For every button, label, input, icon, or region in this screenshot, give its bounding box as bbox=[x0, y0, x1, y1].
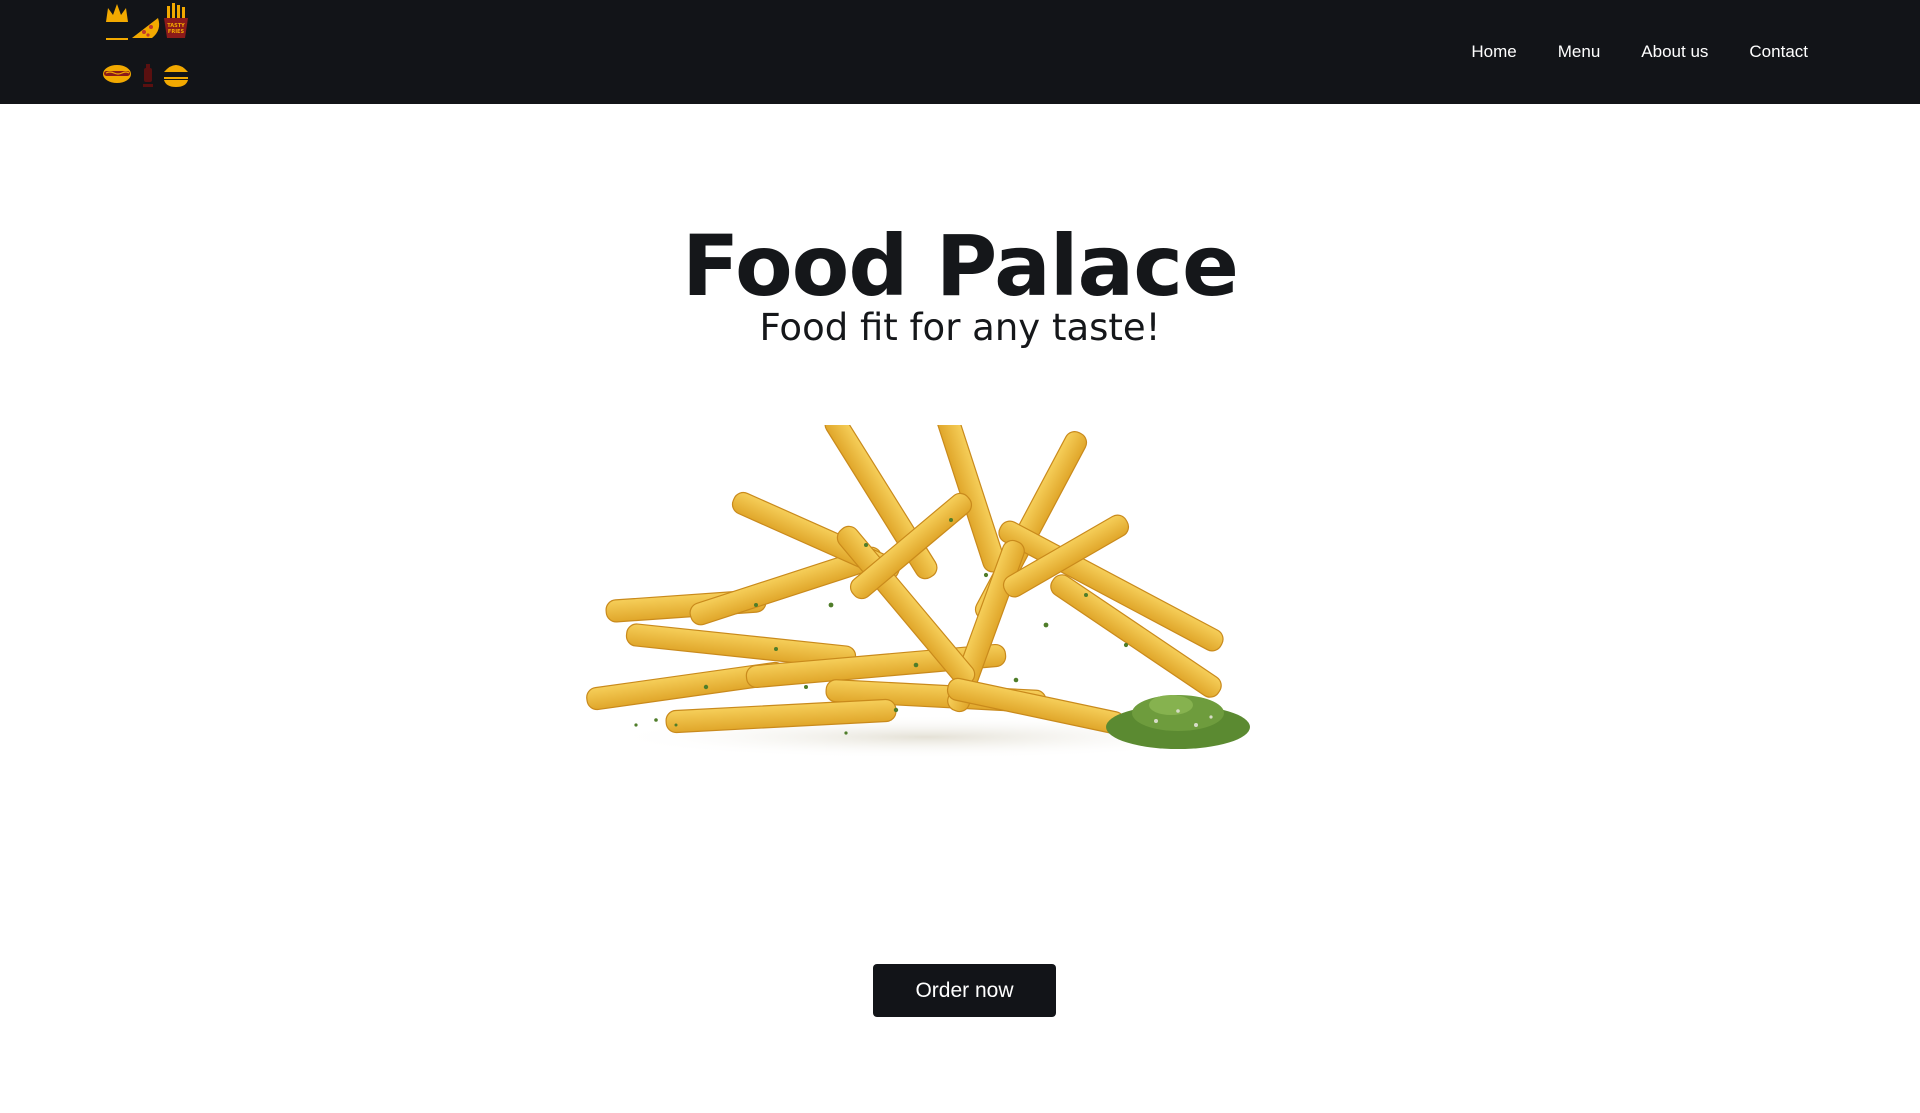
brand-logo[interactable]: TASTY FRIES bbox=[100, 0, 192, 96]
french-fries-image bbox=[566, 425, 1286, 765]
hero-subtitle: Food fit for any taste! bbox=[759, 306, 1161, 349]
nav-about-link[interactable]: About us bbox=[1641, 42, 1708, 62]
svg-text:FRIES: FRIES bbox=[168, 29, 185, 35]
hotdog-icon bbox=[103, 65, 131, 83]
burger-icon bbox=[163, 65, 189, 87]
fries-illustration bbox=[586, 425, 1250, 759]
hero-title: Food Palace bbox=[682, 217, 1239, 315]
nav-menu-link[interactable]: Menu bbox=[1558, 42, 1601, 62]
parsley-heap bbox=[1106, 695, 1250, 749]
fries-box-icon: TASTY FRIES bbox=[164, 3, 188, 38]
navbar: TASTY FRIES Home Menu About us Contact bbox=[0, 0, 1920, 104]
order-now-button[interactable]: Order now bbox=[873, 964, 1056, 1017]
logo-graphic: TASTY FRIES bbox=[103, 3, 189, 87]
nav-home-link[interactable]: Home bbox=[1471, 42, 1516, 62]
ketchup-icon bbox=[143, 64, 153, 87]
nav-contact-link[interactable]: Contact bbox=[1749, 42, 1808, 62]
main-nav: Home Menu About us Contact bbox=[1430, 0, 1808, 104]
pizza-slice-icon bbox=[132, 18, 160, 38]
crown-icon bbox=[106, 4, 128, 40]
